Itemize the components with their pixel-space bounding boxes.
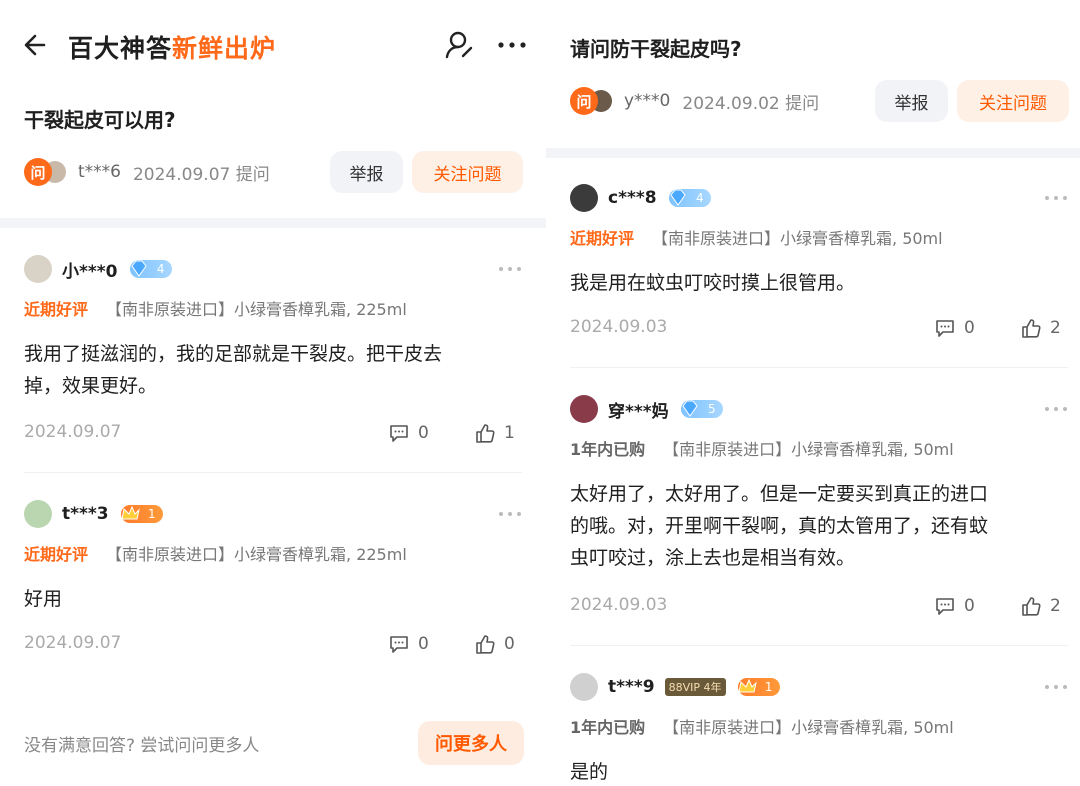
username[interactable]: t***3 xyxy=(62,504,109,524)
username[interactable]: 小***0 xyxy=(62,257,118,282)
thumbs-up-icon xyxy=(476,635,495,654)
level-badge: 5 xyxy=(680,400,723,418)
question-title: 干裂起皮可以用? xyxy=(24,108,176,132)
answer-meta: 2024.09.03 0 2 xyxy=(570,313,1068,343)
comment-icon xyxy=(936,320,954,337)
header-bar: 百大神答新鲜出炉 xyxy=(0,0,546,92)
more-icon[interactable] xyxy=(1044,682,1068,692)
purchase-info: 近期好评 【南非原装进口】小绿膏香樟乳霜, 225ml xyxy=(24,300,407,319)
avatar[interactable] xyxy=(24,500,52,528)
asker-info: 问 t***6 2024.09.07 提问 xyxy=(24,150,270,194)
follow-question-button[interactable]: 关注问题 xyxy=(957,80,1069,122)
comment-button[interactable]: 0 xyxy=(388,631,429,657)
footer-hint: 没有满意回答? 尝试问问更多人 xyxy=(24,736,260,756)
like-button[interactable]: 0 xyxy=(474,631,515,657)
asker-name: t***6 xyxy=(78,162,121,182)
question-badge: 问 xyxy=(570,87,598,115)
avatar[interactable] xyxy=(570,673,598,701)
more-icon[interactable] xyxy=(1044,193,1068,203)
comment-button[interactable]: 0 xyxy=(388,420,429,446)
report-button[interactable]: 举报 xyxy=(875,80,948,122)
answer-date: 2024.09.03 xyxy=(570,317,668,337)
more-icon[interactable] xyxy=(498,264,522,274)
more-icon[interactable] xyxy=(498,509,522,519)
report-button[interactable]: 举报 xyxy=(330,151,403,193)
asker-info: 问 y***0 2024.09.02 提问 xyxy=(570,79,819,123)
diamond-icon xyxy=(682,400,698,417)
answer-date: 2024.09.07 xyxy=(24,633,122,653)
answer-date: 2024.09.03 xyxy=(570,595,668,615)
user-search-icon[interactable] xyxy=(444,30,474,60)
thumbs-up-icon xyxy=(1022,597,1041,616)
asker-date: 2024.09.02 提问 xyxy=(682,93,820,114)
follow-question-button[interactable]: 关注问题 xyxy=(412,151,523,193)
ask-more-button[interactable]: 问更多人 xyxy=(418,721,524,765)
comment-button[interactable]: 0 xyxy=(934,593,975,619)
answer-meta: 2024.09.07 0 1 xyxy=(24,418,522,448)
level-badge: 1 xyxy=(737,678,780,696)
row-separator xyxy=(570,645,1068,646)
level-badge: 4 xyxy=(668,189,711,207)
answer-meta: 2024.09.07 0 0 xyxy=(24,629,522,659)
row-separator xyxy=(24,472,522,473)
answer-date: 2024.09.07 xyxy=(24,422,122,442)
section-divider xyxy=(0,218,546,228)
comment-icon xyxy=(936,598,954,615)
page-title: 百大神答新鲜出炉 xyxy=(68,34,277,63)
purchase-info: 1年内已购 【南非原装进口】小绿膏香樟乳霜, 50ml xyxy=(570,718,954,737)
question-title: 请问防干裂起皮吗? xyxy=(570,37,742,61)
level-badge: 4 xyxy=(129,260,172,278)
diamond-icon xyxy=(669,189,686,206)
asker-date: 2024.09.07 提问 xyxy=(132,164,270,185)
comment-button[interactable]: 0 xyxy=(934,315,975,341)
crown-icon xyxy=(121,505,140,520)
like-button[interactable]: 2 xyxy=(1020,593,1061,619)
thumbs-up-icon xyxy=(476,424,495,443)
like-button[interactable]: 2 xyxy=(1020,315,1061,341)
more-icon[interactable] xyxy=(1044,404,1068,414)
purchase-info: 近期好评 【南非原装进口】小绿膏香樟乳霜, 225ml xyxy=(24,545,407,564)
more-options-icon[interactable] xyxy=(496,31,528,59)
asker-name: y***0 xyxy=(624,91,671,111)
diamond-icon xyxy=(130,260,147,277)
answer-content: 我是用在蚊虫叮咬时摸上很管用。 xyxy=(570,272,856,294)
comment-icon xyxy=(390,425,408,442)
question-badge: 问 xyxy=(24,158,52,186)
back-arrow-icon[interactable] xyxy=(22,31,50,59)
avatar[interactable] xyxy=(570,184,598,212)
crown-icon xyxy=(737,678,757,693)
section-divider xyxy=(546,148,1080,158)
answer-content: 我用了挺滋润的，我的足部就是干裂皮。把干皮去 掉，效果更好。 xyxy=(24,343,443,397)
answer-content: 太好用了，太好用了。但是一定要买到真正的进口 的哦。对，开里啊干裂啊，真的太管用… xyxy=(570,483,989,569)
comment-icon xyxy=(390,636,408,653)
purchase-info: 1年内已购 【南非原装进口】小绿膏香樟乳霜, 50ml xyxy=(570,440,954,459)
answer-content: 好用 xyxy=(24,588,63,610)
answer-meta: 2024.09.03 0 2 xyxy=(570,591,1068,621)
username[interactable]: c***8 xyxy=(608,188,657,208)
row-separator xyxy=(570,367,1068,368)
avatar[interactable] xyxy=(570,395,598,423)
vip-badge: 88VIP 4年 xyxy=(664,678,726,696)
avatar[interactable] xyxy=(24,255,52,283)
right-panel: 请问防干裂起皮吗? 问 y***0 2024.09.02 提问 举报 关注问题 … xyxy=(546,0,1080,786)
thumbs-up-icon xyxy=(1022,319,1041,338)
username[interactable]: t***9 xyxy=(608,677,655,697)
like-button[interactable]: 1 xyxy=(474,420,515,446)
answer-content: 是的 xyxy=(570,761,609,783)
purchase-info: 近期好评 【南非原装进口】小绿膏香樟乳霜, 50ml xyxy=(570,229,943,248)
level-badge: 1 xyxy=(120,505,163,523)
left-panel: 百大神答新鲜出炉 干裂起皮可以用? 问 t***6 2024.09.07 提问 … xyxy=(0,0,546,786)
username[interactable]: 穿***妈 xyxy=(608,397,669,422)
